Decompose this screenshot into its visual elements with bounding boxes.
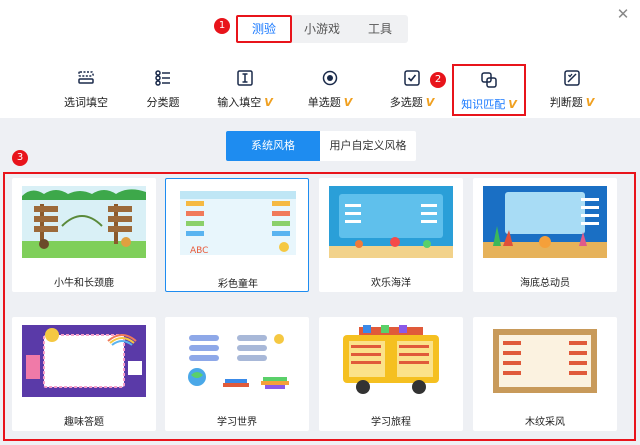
match-icon: [481, 72, 497, 88]
template-thumbnail: [483, 325, 607, 397]
qtype-single-choice[interactable]: 单选题 V: [300, 64, 360, 116]
template-card-ocean[interactable]: 欢乐海洋: [319, 178, 463, 292]
template-thumbnail: [329, 325, 453, 397]
svg-text:ABC: ABC: [190, 246, 208, 256]
top-tab-bar: 测验 小游戏 工具: [236, 15, 408, 43]
template-name: 木纹采风: [525, 417, 565, 428]
step-badge-1: 1: [214, 18, 230, 34]
template-name: 欢乐海洋: [371, 278, 411, 289]
template-name: 趣味答题: [64, 417, 104, 428]
qtype-label: 多选题: [389, 96, 423, 109]
qtype-label: 单选题: [307, 96, 341, 109]
template-name: 小牛和长颈鹿: [54, 278, 114, 289]
checkbox-icon: [404, 70, 420, 86]
template-name: 彩色童年: [218, 279, 258, 290]
vip-icon: V: [264, 95, 273, 109]
template-thumbnail: [22, 186, 146, 258]
qtype-label: 分类题: [146, 96, 180, 109]
template-name: 海底总动员: [520, 278, 570, 289]
qtype-label: 输入填空: [217, 96, 262, 109]
question-type-row: 选词填空 分类题 输入填空 V 单选题 V 多选题 V 知识匹配 V 判断题 V: [0, 64, 640, 116]
template-thumbnail: [22, 325, 146, 397]
style-tab-bar: 系统风格 用户自定义风格: [226, 131, 416, 161]
close-icon[interactable]: ✕: [613, 4, 633, 24]
vip-icon: V: [508, 97, 517, 111]
template-thumbnail: [483, 186, 607, 258]
qtype-knowledge-match[interactable]: 知识匹配 V: [452, 64, 526, 116]
style-panel: 系统风格 用户自定义风格 小牛和长颈鹿 ABC 彩色童年 欢乐海洋 海底总动员 …: [0, 118, 640, 445]
dashed-box-icon: [78, 71, 94, 84]
qtype-multi-choice[interactable]: 多选题 V: [382, 64, 442, 116]
step-badge-3: 3: [12, 150, 28, 166]
qtype-classify[interactable]: 分类题: [138, 64, 188, 116]
template-card-wood[interactable]: 木纹采风: [473, 317, 617, 431]
vip-icon: V: [585, 95, 595, 109]
list-icon: [155, 70, 170, 86]
radio-icon: [322, 70, 338, 86]
judge-icon: [564, 70, 580, 86]
vip-icon: V: [425, 95, 435, 109]
qtype-label: 判断题: [549, 96, 583, 109]
qtype-input-fill[interactable]: 输入填空 V: [212, 64, 278, 116]
template-card-world[interactable]: 学习世界: [165, 317, 309, 431]
template-thumbnail: [175, 325, 299, 397]
template-dialog: ✕ 测验 小游戏 工具 1 选词填空 分类题 输入填空 V 单选题 V 多选题 …: [0, 0, 640, 445]
vip-icon: V: [343, 95, 353, 109]
qtype-label: 知识匹配: [461, 98, 506, 111]
template-name: 学习旅程: [371, 417, 411, 428]
qtype-fill-blank-choice[interactable]: 选词填空: [54, 64, 118, 116]
template-thumbnail: ABC: [176, 187, 300, 259]
tab-custom-style[interactable]: 用户自定义风格: [320, 131, 416, 161]
text-cursor-icon: [237, 70, 253, 86]
template-card-bus[interactable]: 学习旅程: [319, 317, 463, 431]
template-card-reef[interactable]: 海底总动员: [473, 178, 617, 292]
qtype-true-false[interactable]: 判断题 V: [544, 64, 600, 116]
tab-quiz[interactable]: 测验: [236, 15, 292, 43]
step-badge-2: 2: [430, 72, 446, 88]
template-grid: 小牛和长颈鹿 ABC 彩色童年 欢乐海洋 海底总动员 趣味答题 学习世界 学习旅…: [3, 172, 636, 441]
template-thumbnail: [329, 186, 453, 258]
template-name: 学习世界: [217, 417, 257, 428]
tab-system-style[interactable]: 系统风格: [226, 131, 320, 161]
tab-mini-game[interactable]: 小游戏: [292, 15, 352, 43]
template-card-fun[interactable]: 趣味答题: [12, 317, 156, 431]
tab-tools[interactable]: 工具: [352, 15, 408, 43]
template-card-colorful[interactable]: ABC 彩色童年: [165, 178, 309, 292]
qtype-label: 选词填空: [64, 96, 108, 109]
template-card-jungle[interactable]: 小牛和长颈鹿: [12, 178, 156, 292]
